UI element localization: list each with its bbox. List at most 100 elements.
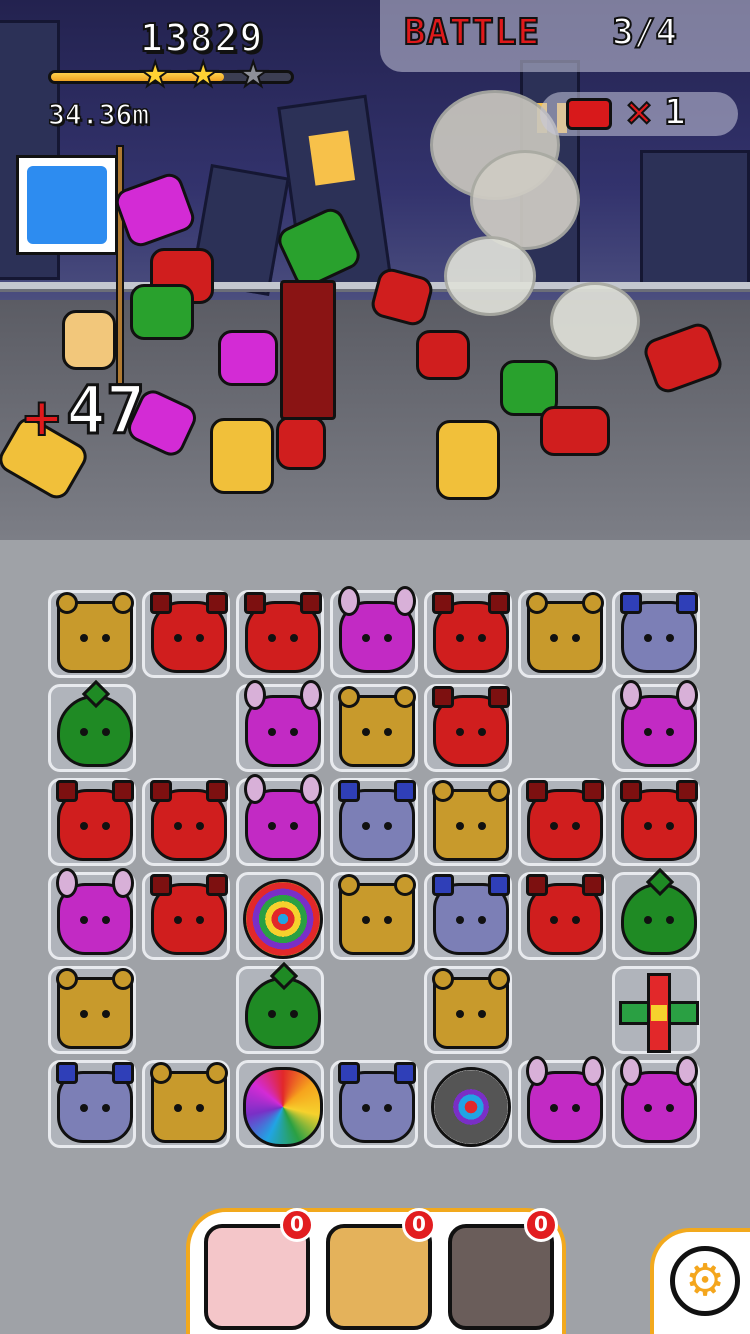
hero-charge-badge: 0 — [402, 1208, 436, 1242]
dog-face-icon — [526, 874, 604, 955]
ear — [206, 1062, 228, 1084]
eye — [290, 728, 298, 736]
board-tile-bomb[interactable] — [236, 872, 324, 960]
slime-face-icon — [57, 679, 133, 767]
ear — [206, 592, 228, 614]
eye — [456, 728, 464, 736]
ear — [112, 868, 134, 898]
board-tile-bunny[interactable] — [612, 1056, 700, 1148]
ear — [432, 592, 454, 614]
dog-face-icon — [150, 874, 228, 955]
crown-emblem-icon — [27, 166, 107, 244]
eye — [290, 634, 298, 642]
board-tile-bunny[interactable] — [236, 774, 324, 866]
board-tile-bear[interactable] — [142, 1060, 230, 1148]
puzzle-board — [48, 586, 704, 1154]
ticket-multiplier: × — [623, 91, 655, 134]
cat-face-icon — [338, 780, 416, 861]
board-tile-cross[interactable] — [612, 966, 700, 1054]
board-tile-bear[interactable] — [330, 684, 418, 772]
ear — [300, 592, 322, 614]
board-tile-sawbomb[interactable] — [424, 1060, 512, 1148]
board-tile-dog[interactable] — [236, 590, 324, 678]
ear — [582, 592, 604, 614]
board-tile-slime[interactable] — [236, 961, 324, 1054]
board-tile-slime[interactable] — [48, 679, 136, 772]
eye — [478, 822, 486, 830]
board-tile-bear[interactable] — [424, 966, 512, 1054]
ear — [150, 780, 172, 802]
eye — [102, 1010, 110, 1018]
ear — [676, 680, 698, 710]
ear — [394, 780, 416, 802]
settings-button[interactable]: ⚙ — [670, 1246, 740, 1316]
hero-charge-badge: 0 — [280, 1208, 314, 1242]
ticket-count: 1 — [663, 91, 687, 134]
eye — [102, 1104, 110, 1112]
board-tile-slime[interactable] — [612, 867, 700, 960]
bunny-face-icon — [620, 1056, 698, 1143]
board-tile-dog[interactable] — [612, 778, 700, 866]
ear — [206, 874, 228, 896]
board-tile-bunny[interactable] — [48, 868, 136, 960]
bunny-face-icon — [620, 680, 698, 767]
board-tile-cat[interactable] — [424, 872, 512, 960]
board-tile-bunny[interactable] — [612, 680, 700, 772]
bear-face-icon — [56, 592, 134, 673]
dog-face-icon — [620, 780, 698, 861]
eye — [384, 634, 392, 642]
background-building — [640, 150, 750, 290]
eye — [102, 634, 110, 642]
ear — [300, 774, 322, 804]
ear — [112, 592, 134, 614]
gear-icon: ⚙ — [685, 1255, 725, 1306]
board-tile-bunny[interactable] — [236, 680, 324, 772]
ear — [676, 1056, 698, 1086]
dog-face-icon — [432, 592, 510, 673]
eye — [290, 822, 298, 830]
ear — [676, 592, 698, 614]
board-tile-bunny[interactable] — [518, 1056, 606, 1148]
board-tile-flower[interactable] — [236, 1060, 324, 1148]
board-tile-bunny[interactable] — [330, 586, 418, 678]
eye — [196, 822, 204, 830]
board-tile-dog[interactable] — [518, 872, 606, 960]
board-tile-bear[interactable] — [518, 590, 606, 678]
enemy-dog — [416, 330, 470, 380]
eye — [384, 728, 392, 736]
board-tile-dog[interactable] — [48, 778, 136, 866]
heal-plus-icon: + — [19, 387, 65, 449]
board-tile-bear[interactable] — [48, 966, 136, 1054]
board-tile-cat[interactable] — [330, 778, 418, 866]
eye — [174, 634, 182, 642]
ally-bear — [436, 420, 500, 500]
eye — [456, 1010, 464, 1018]
ear — [432, 780, 454, 802]
ear — [526, 1056, 548, 1086]
board-tile-dog[interactable] — [424, 590, 512, 678]
eye — [174, 916, 182, 924]
ear — [338, 780, 360, 802]
ally-bear — [210, 418, 274, 494]
board-tile-bear[interactable] — [48, 590, 136, 678]
eye — [268, 728, 276, 736]
board-tile-dog[interactable] — [142, 590, 230, 678]
board-tile-dog[interactable] — [142, 872, 230, 960]
board-tile-bear[interactable] — [330, 872, 418, 960]
cat-face-icon — [56, 1062, 134, 1143]
board-tile-cat[interactable] — [612, 590, 700, 678]
cat-face-icon — [432, 874, 510, 955]
board-tile-dog[interactable] — [142, 778, 230, 866]
ear — [56, 592, 78, 614]
ear — [620, 1056, 642, 1086]
board-tile-cat[interactable] — [48, 1060, 136, 1148]
ear — [488, 874, 510, 896]
ear — [244, 680, 266, 710]
eye — [550, 822, 558, 830]
settings-panel: ⚙ — [650, 1228, 750, 1334]
board-tile-dog[interactable] — [424, 684, 512, 772]
board-tile-bear[interactable] — [424, 778, 512, 866]
enemy-dog — [276, 416, 326, 470]
board-tile-cat[interactable] — [330, 1060, 418, 1148]
board-tile-dog[interactable] — [518, 778, 606, 866]
